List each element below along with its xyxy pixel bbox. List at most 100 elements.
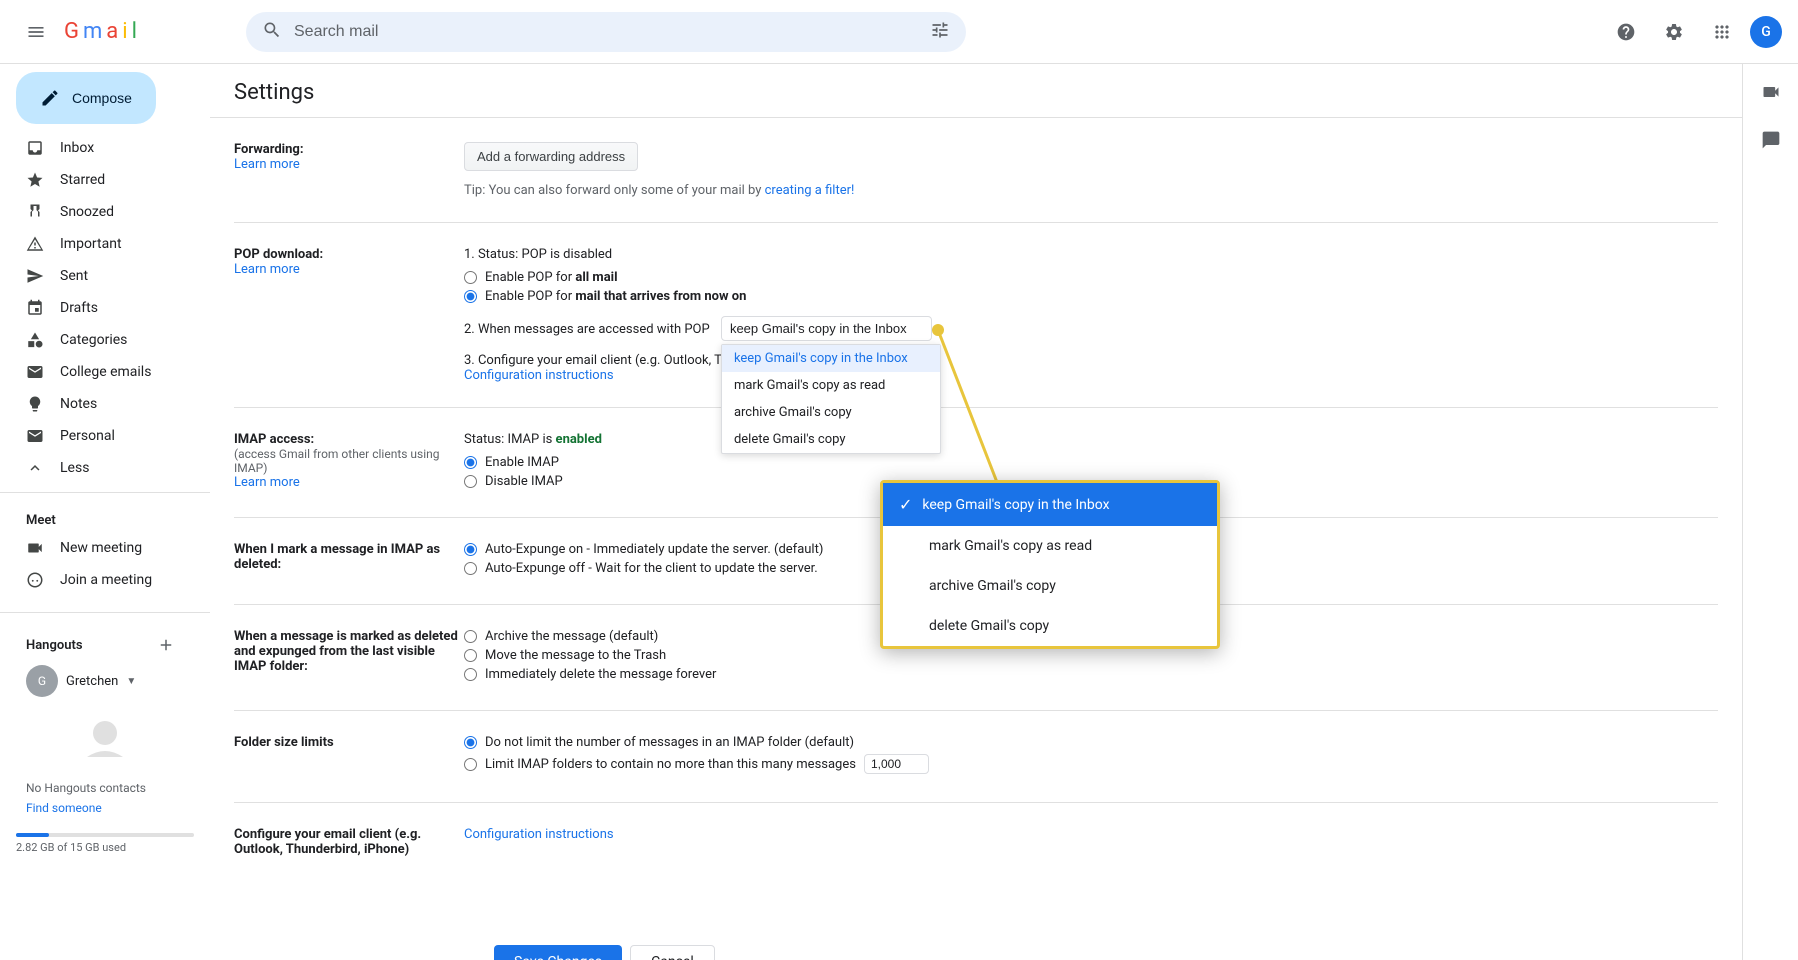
sidebar-item-important[interactable]: Important <box>0 228 194 260</box>
sidebar-item-personal[interactable]: Personal <box>0 420 194 452</box>
sidebar-divider-2 <box>0 612 210 613</box>
sidebar-label-join-meeting: Join a meeting <box>60 572 178 588</box>
sidebar-item-snoozed[interactable]: Snoozed <box>0 196 194 228</box>
folder-no-limit-radio: Do not limit the number of messages in a… <box>464 735 1718 750</box>
large-dropdown-option-3[interactable]: archive Gmail's copy <box>883 566 1217 606</box>
large-dropdown-option-4[interactable]: delete Gmail's copy <box>883 606 1217 646</box>
folder-no-limit-input[interactable] <box>464 736 477 749</box>
right-panel <box>1742 64 1798 960</box>
sidebar: Compose Inbox Starred Snoozed Important … <box>0 64 210 960</box>
sidebar-item-categories[interactable]: Categories <box>0 324 194 356</box>
imap-status-text: Status: IMAP is enabled <box>464 432 1718 447</box>
forwarding-tip: Tip: You can also forward only some of y… <box>464 183 1718 198</box>
imap-learn-more[interactable]: Learn more <box>234 475 300 490</box>
auto-expunge-off-input[interactable] <box>464 562 477 575</box>
imap-disable-input[interactable] <box>464 475 477 488</box>
sidebar-item-join-meeting[interactable]: Join a meeting <box>0 564 194 596</box>
gmail-logo-g: G <box>64 19 79 44</box>
sidebar-item-college-emails[interactable]: College emails <box>0 356 194 388</box>
topbar: Gmail G <box>0 0 1798 64</box>
hangouts-user-dropdown-icon: ▼ <box>126 676 136 687</box>
gmail-logo: Gmail <box>64 19 137 44</box>
sidebar-label-snoozed: Snoozed <box>60 204 178 220</box>
sidebar-item-less[interactable]: Less <box>0 452 194 484</box>
auto-expunge-on-input[interactable] <box>464 543 477 556</box>
hamburger-menu-icon[interactable] <box>16 12 56 52</box>
sidebar-item-starred[interactable]: Starred <box>0 164 194 196</box>
forwarding-label: Forwarding: Learn more <box>234 142 464 198</box>
tune-icon[interactable] <box>930 20 950 44</box>
sidebar-label-sent: Sent <box>60 268 178 284</box>
meet-section: Meet New meeting Join a meeting <box>0 501 210 604</box>
add-forwarding-address-button[interactable]: Add a forwarding address <box>464 142 638 171</box>
gmail-logo-m1: m <box>83 19 102 44</box>
forwarding-learn-more[interactable]: Learn more <box>234 157 300 172</box>
configure-client-link[interactable]: Configuration instructions <box>464 827 614 842</box>
creating-filter-link[interactable]: creating a filter! <box>765 183 855 198</box>
pop-status-text: 1. Status: POP is disabled <box>464 247 1718 262</box>
help-icon-btn[interactable] <box>1606 12 1646 52</box>
folder-limit-select[interactable]: 1,000 2,000 5,000 10,000 <box>864 754 929 774</box>
sidebar-item-inbox[interactable]: Inbox <box>0 132 194 164</box>
settings-icon-btn[interactable] <box>1654 12 1694 52</box>
settings-header: Settings <box>210 64 1742 117</box>
cancel-button[interactable]: Cancel <box>630 945 715 960</box>
sidebar-item-notes[interactable]: Notes <box>0 388 194 420</box>
pop-radio-all-mail-input[interactable] <box>464 271 477 284</box>
pop-small-option-3[interactable]: archive Gmail's copy <box>722 399 940 426</box>
expunged-trash-radio: Move the message to the Trash <box>464 648 1718 663</box>
auto-expunge-off-label: Auto-Expunge off - Wait for the client t… <box>485 561 818 576</box>
sidebar-label-notes: Notes <box>60 396 178 412</box>
right-panel-meet-icon[interactable] <box>1751 72 1791 112</box>
hangouts-section: Hangouts G Gretchen ▼ No Hangouts contac… <box>0 621 210 825</box>
pop-small-option-2[interactable]: mark Gmail's copy as read <box>722 372 940 399</box>
expunged-delete-radio: Immediately delete the message forever <box>464 667 1718 682</box>
configure-client-label: Configure your email client (e.g. Outloo… <box>234 827 464 857</box>
folder-limit-radio: Limit IMAP folders to contain no more th… <box>464 754 1718 774</box>
search-input[interactable] <box>294 23 918 41</box>
hangouts-user-avatar: G <box>26 665 58 697</box>
large-dropdown-option-2[interactable]: mark Gmail's copy as read <box>883 526 1217 566</box>
sidebar-item-new-meeting[interactable]: New meeting <box>0 532 194 564</box>
save-changes-button[interactable]: Save Changes <box>494 945 622 960</box>
hangouts-add-button[interactable] <box>154 633 178 657</box>
meet-section-label: Meet <box>0 509 210 532</box>
forwarding-content: Add a forwarding address Tip: You can al… <box>464 142 1718 198</box>
expunged-archive-label: Archive the message (default) <box>485 629 658 644</box>
imap-enable-input[interactable] <box>464 456 477 469</box>
pop-content: 1. Status: POP is disabled Enable POP fo… <box>464 247 1718 383</box>
avatar[interactable]: G <box>1750 16 1782 48</box>
pop-small-option-1[interactable]: keep Gmail's copy in the Inbox <box>722 345 940 372</box>
sidebar-item-drafts[interactable]: Drafts <box>0 292 194 324</box>
large-dropdown-option-2-label: mark Gmail's copy as read <box>929 538 1092 554</box>
pop-radio-from-now-input[interactable] <box>464 290 477 303</box>
expunged-archive-input[interactable] <box>464 630 477 643</box>
pop-small-option-4[interactable]: delete Gmail's copy <box>722 426 940 453</box>
apps-icon-btn[interactable] <box>1702 12 1742 52</box>
folder-no-limit-label: Do not limit the number of messages in a… <box>485 735 854 750</box>
right-panel-chat-icon[interactable] <box>1751 120 1791 160</box>
pop-radio-all-mail-label: Enable POP for all mail <box>485 270 618 285</box>
search-bar <box>246 12 966 52</box>
pop-config-link[interactable]: Configuration instructions <box>464 368 614 383</box>
sidebar-divider-1 <box>0 492 210 493</box>
hangouts-user-item[interactable]: G Gretchen ▼ <box>0 661 210 701</box>
hangouts-section-label: Hangouts <box>26 638 154 653</box>
no-hangouts-contacts-label: No Hangouts contacts <box>0 777 210 799</box>
folder-limits-label: Folder size limits <box>234 735 464 778</box>
expunged-delete-label: Immediately delete the message forever <box>485 667 716 682</box>
topbar-left: Gmail <box>16 12 226 52</box>
expunged-label: When a message is marked as deleted and … <box>234 629 464 686</box>
folder-limits-section: Folder size limits Do not limit the numb… <box>234 735 1718 803</box>
expunged-trash-input[interactable] <box>464 649 477 662</box>
find-someone-link[interactable]: Find someone <box>0 799 210 817</box>
expunged-delete-input[interactable] <box>464 668 477 681</box>
large-dropdown-option-3-label: archive Gmail's copy <box>929 578 1056 594</box>
compose-button[interactable]: Compose <box>16 72 156 124</box>
pop-section2: 2. When messages are accessed with POP k… <box>464 316 1718 341</box>
large-dropdown-option-1[interactable]: ✓ keep Gmail's copy in the Inbox <box>883 483 1217 526</box>
sidebar-item-sent[interactable]: Sent <box>0 260 194 292</box>
folder-limit-input[interactable] <box>464 758 477 771</box>
pop-when-accessed-select[interactable]: keep Gmail's copy in the Inbox mark Gmai… <box>721 316 932 341</box>
pop-learn-more[interactable]: Learn more <box>234 262 300 277</box>
